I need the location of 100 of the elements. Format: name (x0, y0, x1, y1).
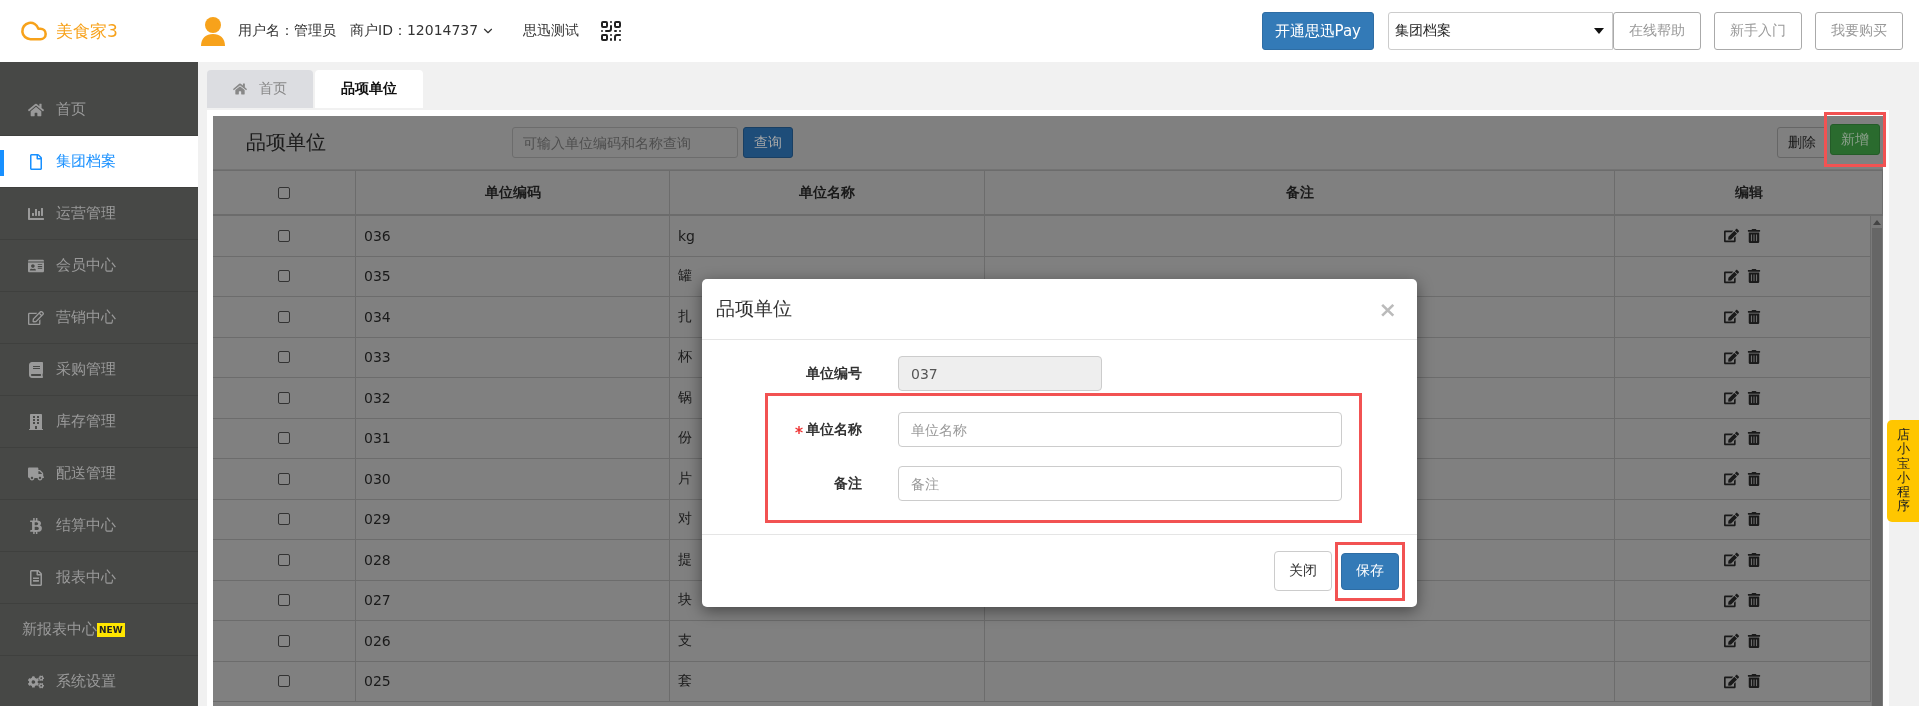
sidebar-label: 库存管理 (56, 412, 116, 431)
trash-icon[interactable] (1747, 512, 1761, 527)
header-button[interactable]: 在线帮助 (1613, 12, 1701, 50)
field-label-text: 备注 (834, 474, 862, 493)
sidebar-item[interactable]: 运营管理 (0, 188, 198, 240)
sidebar-item[interactable]: 系统设置 (0, 656, 198, 706)
column-header: 备注 (985, 171, 1615, 214)
trash-icon[interactable] (1747, 552, 1761, 567)
input-field[interactable]: 单位名称 (898, 412, 1342, 447)
checkbox[interactable] (278, 472, 290, 485)
edit-icon[interactable] (1724, 511, 1739, 527)
sidebar-label: 集团档案 (56, 152, 116, 171)
toolbar-button[interactable]: 新增 (1830, 124, 1880, 155)
sidebar-label: 报表中心 (56, 568, 116, 587)
trash-icon[interactable] (1747, 593, 1761, 608)
table-cell: 025 (356, 661, 670, 701)
close-button[interactable]: × (1378, 296, 1397, 322)
document-icon (28, 569, 44, 586)
archive-select[interactable]: 集团档案 (1388, 12, 1613, 50)
book-icon (28, 361, 44, 378)
bitcoin-icon (28, 517, 44, 534)
edit-icon[interactable] (1724, 430, 1739, 446)
pay-button[interactable]: 开通思迅Pay (1261, 12, 1374, 50)
sidebar-item[interactable]: 营销中心 (0, 292, 198, 344)
table-cell: 033 (356, 337, 670, 377)
search-button[interactable]: 查询 (743, 127, 793, 158)
side-tab[interactable]: 店小宝小程序 (1887, 420, 1919, 522)
user-avatar-icon (200, 16, 226, 46)
sidebar-item[interactable]: 采购管理 (0, 344, 198, 396)
sidebar-item[interactable]: 报表中心 (0, 552, 198, 604)
bar-chart-icon (28, 205, 44, 222)
checkbox[interactable] (278, 270, 290, 283)
sidebar-label: 运营管理 (56, 204, 116, 223)
checkbox[interactable] (278, 310, 290, 323)
trash-icon[interactable] (1747, 269, 1761, 284)
sidebar-label: 采购管理 (56, 360, 116, 379)
qr-code-icon[interactable] (599, 19, 624, 43)
column-header: 单位名称 (670, 171, 985, 214)
table-cell: 套 (670, 661, 985, 701)
scrollbar[interactable] (1871, 216, 1883, 706)
trash-icon[interactable] (1747, 431, 1761, 446)
checkbox[interactable] (278, 634, 290, 647)
sidebar-label: 首页 (56, 100, 86, 119)
page-tab[interactable]: 首页 (207, 70, 313, 108)
edit-icon[interactable] (1724, 673, 1739, 689)
trash-icon[interactable] (1747, 471, 1761, 486)
sidebar-item[interactable]: 集团档案 (0, 136, 198, 188)
table-cell: kg (670, 216, 985, 256)
trash-icon[interactable] (1747, 228, 1761, 243)
gears-icon (28, 673, 44, 690)
sidebar-item[interactable]: 会员中心 (0, 240, 198, 292)
column-header: 编辑 (1615, 171, 1883, 214)
edit-icon[interactable] (1724, 228, 1739, 244)
toolbar-button[interactable]: 删除 (1777, 127, 1827, 158)
trash-icon[interactable] (1747, 674, 1761, 689)
checkbox[interactable] (278, 553, 290, 566)
input-field[interactable]: 备注 (898, 466, 1342, 501)
trash-icon[interactable] (1747, 633, 1761, 648)
edit-icon[interactable] (1724, 592, 1739, 608)
trash-icon[interactable] (1747, 350, 1761, 365)
table-cell: 026 (356, 621, 670, 661)
panel-title: 品项单位 (246, 129, 327, 156)
edit-icon[interactable] (1724, 268, 1739, 284)
sidebar-item[interactable]: 库存管理 (0, 396, 198, 448)
dialog-button[interactable]: 关闭 (1274, 551, 1332, 591)
checkbox[interactable] (278, 229, 290, 242)
tab-label: 首页 (259, 80, 287, 98)
sidebar-item[interactable]: 配送管理 (0, 448, 198, 500)
sidebar-label: 会员中心 (56, 256, 116, 275)
sidebar-item[interactable]: 结算中心 (0, 500, 198, 552)
checkbox[interactable] (278, 594, 290, 607)
edit-icon[interactable] (1724, 349, 1739, 365)
document-icon (28, 153, 44, 170)
page-tab[interactable]: 品项单位 (315, 70, 423, 108)
checkbox[interactable] (278, 513, 290, 526)
trash-icon[interactable] (1747, 390, 1761, 405)
table-cell: 034 (356, 297, 670, 337)
checkbox[interactable] (278, 675, 290, 688)
table-cell: 028 (356, 540, 670, 580)
merchant-id[interactable]: 商户ID：12014737 (350, 22, 496, 40)
checkbox[interactable] (278, 432, 290, 445)
edit-icon[interactable] (1724, 633, 1739, 649)
edit-icon[interactable] (1724, 390, 1739, 406)
store-name: 思迅测试 (523, 22, 580, 40)
checkbox[interactable] (278, 351, 290, 364)
dialog-button[interactable]: 保存 (1341, 552, 1399, 590)
edit-icon[interactable] (1724, 309, 1739, 325)
id-card-icon (28, 257, 44, 274)
checkbox[interactable] (278, 391, 290, 404)
header-button[interactable]: 我要购买 (1815, 12, 1903, 50)
trash-icon[interactable] (1747, 309, 1761, 324)
sidebar-label: 系统设置 (56, 672, 116, 691)
sidebar-item[interactable]: 新报表中心 NEW (0, 604, 198, 656)
edit-icon[interactable] (1724, 471, 1739, 487)
edit-icon[interactable] (1724, 552, 1739, 568)
table-cell: 030 (356, 459, 670, 499)
scrollbar-thumb[interactable] (1872, 228, 1882, 706)
header-button[interactable]: 新手入门 (1714, 12, 1802, 50)
checkbox[interactable] (278, 186, 290, 199)
side-tab-label: 店小宝小程序 (1896, 428, 1910, 514)
